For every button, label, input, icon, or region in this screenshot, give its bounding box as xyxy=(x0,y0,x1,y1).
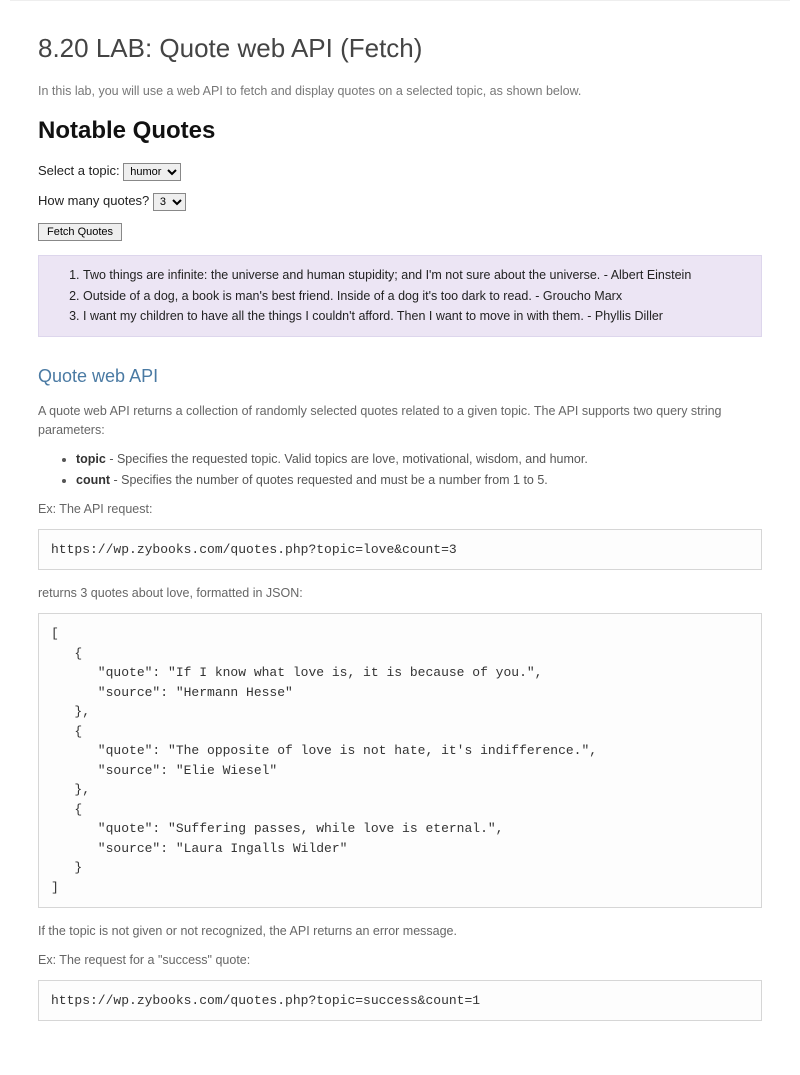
count-select[interactable]: 3 xyxy=(153,193,186,211)
count-row: How many quotes? 3 xyxy=(38,191,762,211)
parameter-item: count - Specifies the number of quotes r… xyxy=(76,471,762,490)
quote-item: Outside of a dog, a book is man's best f… xyxy=(83,287,751,306)
parameter-item: topic - Specifies the requested topic. V… xyxy=(76,450,762,469)
api-description: A quote web API returns a collection of … xyxy=(38,402,762,440)
returns-label: returns 3 quotes about love, formatted i… xyxy=(38,584,762,603)
lab-title: 8.20 LAB: Quote web API (Fetch) xyxy=(38,29,762,68)
api-request-code-2: https://wp.zybooks.com/quotes.php?topic=… xyxy=(38,980,762,1022)
quote-item: I want my children to have all the thing… xyxy=(83,307,751,326)
error-note: If the topic is not given or not recogni… xyxy=(38,922,762,941)
lab-intro: In this lab, you will use a web API to f… xyxy=(38,82,762,101)
fetch-row: Fetch Quotes xyxy=(38,221,762,241)
lab-document: 8.20 LAB: Quote web API (Fetch) In this … xyxy=(10,0,790,1075)
example-request-label: Ex: The API request: xyxy=(38,500,762,519)
topic-row: Select a topic: humor xyxy=(38,161,762,181)
count-label: How many quotes? xyxy=(38,193,149,208)
topic-select[interactable]: humor xyxy=(123,163,181,181)
parameter-list: topic - Specifies the requested topic. V… xyxy=(38,450,762,491)
example-request-label-2: Ex: The request for a "success" quote: xyxy=(38,951,762,970)
quote-item: Two things are infinite: the universe an… xyxy=(83,266,751,285)
quotes-output-box: Two things are infinite: the universe an… xyxy=(38,255,762,337)
example-heading: Notable Quotes xyxy=(38,113,762,149)
json-response-code: [ { "quote": "If I know what love is, it… xyxy=(38,613,762,908)
api-section-heading: Quote web API xyxy=(38,363,762,390)
topic-label: Select a topic: xyxy=(38,163,120,178)
quotes-list: Two things are infinite: the universe an… xyxy=(39,266,751,326)
api-request-code: https://wp.zybooks.com/quotes.php?topic=… xyxy=(38,529,762,571)
fetch-quotes-button[interactable]: Fetch Quotes xyxy=(38,223,122,241)
